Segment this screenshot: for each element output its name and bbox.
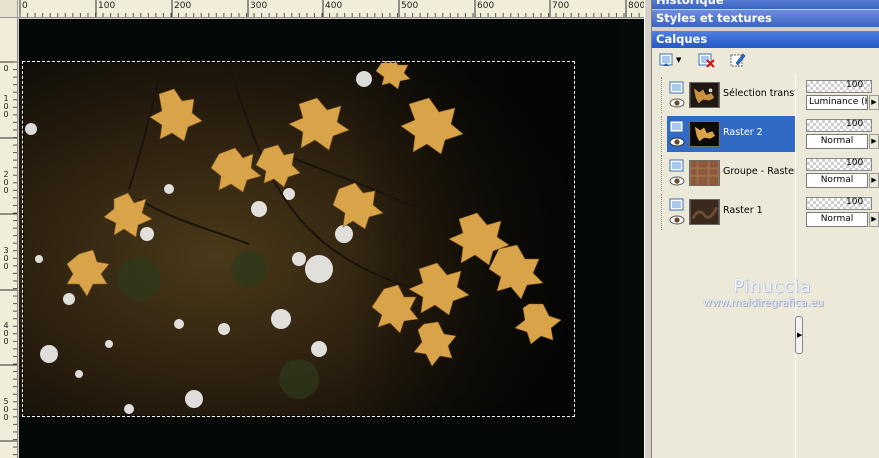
blend-mode-select[interactable]: Normal — [806, 134, 868, 149]
watermark-name: Pinuccia — [733, 276, 812, 297]
layer-props-2: 100 Normal ▶ — [806, 156, 879, 192]
new-layer-button[interactable] — [658, 51, 674, 69]
chevron-down-icon[interactable]: ▼ — [676, 56, 681, 64]
layer-thumbnail — [689, 199, 720, 225]
visibility-eye-icon[interactable] — [669, 98, 685, 108]
image-canvas[interactable] — [19, 19, 644, 458]
tree-line — [661, 194, 662, 230]
panel-separator — [795, 73, 805, 458]
paint-shop-pro-window: 0 100 200 300 400 500 600 700 800 0 100 … — [0, 0, 879, 458]
layer-properties-button[interactable] — [730, 51, 746, 69]
ruler-label: 800 — [628, 1, 644, 11]
ruler-label: 0 — [22, 1, 28, 11]
blend-mode-arrow[interactable]: ▶ — [869, 134, 879, 149]
collapse-panel-button[interactable]: ▶ — [795, 316, 803, 354]
historique-palette-title[interactable]: Historique — [652, 0, 879, 9]
tree-line — [661, 77, 662, 113]
layer-thumbnail — [689, 82, 720, 108]
calques-palette-title[interactable]: Calques — [652, 31, 879, 48]
blend-mode-select[interactable]: Normal — [806, 212, 868, 227]
vertical-ruler: 0 100 200 300 400 500 — [0, 18, 18, 458]
visibility-eye-icon[interactable] — [669, 176, 685, 186]
opacity-value: 100 — [846, 197, 864, 207]
ruler-label: 100 — [3, 94, 9, 119]
layer-list: Sélection transformée Raster 2 Groupe - … — [652, 73, 795, 283]
blend-mode-select[interactable]: Luminance (H) — [806, 95, 868, 110]
horizontal-ruler: 0 100 200 300 400 500 600 700 800 — [18, 0, 644, 18]
opacity-value: 100 — [846, 158, 864, 168]
raster-layer-icon — [669, 198, 684, 211]
ruler-label: 200 — [3, 170, 9, 195]
layers-panel: ▼ Sélection trans Raster 2 Groupe - Rast… — [652, 48, 879, 458]
raster-layer-icon — [669, 120, 684, 133]
layer-row-raster-1[interactable]: Raster 1 — [661, 194, 795, 230]
blend-mode-arrow[interactable]: ▶ — [869, 173, 879, 188]
tree-line — [661, 155, 662, 191]
selection-marquee[interactable] — [22, 61, 575, 417]
ruler-label: 0 — [3, 64, 9, 73]
ruler-corner — [0, 0, 18, 18]
delete-layer-button[interactable] — [698, 51, 716, 69]
group-layer-icon — [669, 159, 684, 172]
ruler-label: 300 — [250, 1, 268, 11]
layer-thumbnail — [689, 160, 720, 186]
blend-mode-select[interactable]: Normal — [806, 173, 868, 188]
layer-props-0: 100 Luminance (H) ▶ — [806, 78, 879, 114]
ruler-label: 400 — [3, 321, 9, 346]
layer-row-groupe-raster-2[interactable]: Groupe - Raster 2 — [661, 155, 795, 191]
opacity-value: 100 — [846, 119, 864, 129]
tree-line — [661, 116, 662, 152]
layer-name[interactable]: Groupe - Raster 2 — [723, 166, 795, 177]
blend-mode-arrow[interactable]: ▶ — [869, 212, 879, 227]
layer-props-3: 100 Normal ▶ — [806, 195, 879, 231]
delete-layer-icon — [698, 53, 715, 68]
ruler-label: 700 — [552, 1, 570, 11]
ruler-label: 500 — [401, 1, 419, 11]
visibility-eye-icon[interactable] — [669, 137, 685, 147]
ruler-label: 200 — [174, 1, 192, 11]
ruler-label: 300 — [3, 246, 9, 271]
layer-name[interactable]: Raster 1 — [723, 205, 795, 216]
ruler-label: 400 — [325, 1, 343, 11]
visibility-eye-icon[interactable] — [669, 215, 685, 225]
styles-textures-palette-title[interactable]: Styles et textures — [652, 10, 879, 27]
ruler-label: 500 — [3, 397, 9, 422]
layer-name[interactable]: Sélection transformée — [723, 88, 795, 99]
layer-props-1: 100 Normal ▶ — [806, 117, 879, 153]
opacity-value: 100 — [846, 80, 864, 90]
ruler-label: 100 — [98, 1, 116, 11]
raster-layer-icon — [669, 81, 684, 94]
layer-thumbnail — [689, 121, 720, 147]
chevron-right-icon: ▶ — [797, 331, 803, 339]
blend-mode-arrow[interactable]: ▶ — [869, 95, 879, 110]
layers-toolbar: ▼ — [652, 48, 879, 72]
layer-name[interactable]: Raster 2 — [723, 127, 795, 138]
edit-properties-icon — [730, 53, 746, 67]
layer-row-raster-2[interactable]: Raster 2 — [661, 116, 795, 152]
panel-splitter[interactable] — [644, 0, 652, 458]
watermark-url: www.maidiregrafica.eu — [703, 297, 824, 309]
layer-row-selection-transformee[interactable]: Sélection transformée — [661, 77, 795, 113]
new-raster-layer-icon — [659, 53, 673, 66]
ruler-label: 600 — [477, 1, 495, 11]
